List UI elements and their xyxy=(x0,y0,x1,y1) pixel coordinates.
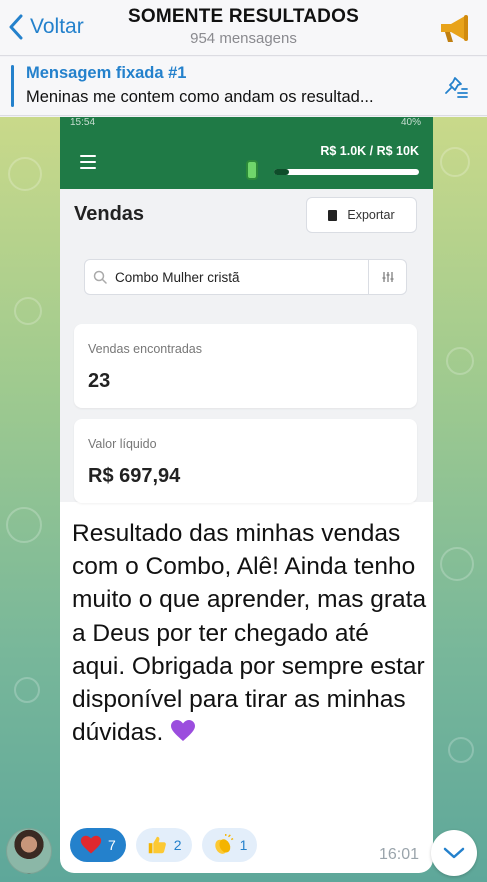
chevron-down-icon xyxy=(443,847,465,859)
chat-header: Voltar SOMENTE RESULTADOS 954 mensagens xyxy=(0,0,487,56)
card-label: Vendas encontradas xyxy=(88,342,202,356)
megaphone-icon[interactable] xyxy=(437,11,473,45)
pinned-indicator xyxy=(11,65,14,107)
chat-area[interactable]: 15:54 40% R$ 1.0K / R$ 10K Vendas Export… xyxy=(0,117,487,882)
search-icon xyxy=(93,270,107,284)
doodle-decoration xyxy=(448,737,474,763)
pinned-text: Meninas me contem como andam os resultad… xyxy=(26,88,374,106)
doodle-decoration xyxy=(440,147,470,177)
avatar[interactable] xyxy=(6,828,52,874)
reaction-heart[interactable]: 7 xyxy=(70,828,126,862)
message-body: Resultado das minhas vendas com o Combo,… xyxy=(72,520,427,747)
app-bar: 15:54 40% R$ 1.0K / R$ 10K xyxy=(60,117,433,189)
doodle-decoration xyxy=(14,677,40,703)
status-time: 15:54 xyxy=(70,117,96,128)
pin-list-icon[interactable] xyxy=(443,75,469,99)
purple-heart-icon xyxy=(171,720,196,742)
goal-label: R$ 1.0K / R$ 10K xyxy=(320,144,419,158)
back-label: Voltar xyxy=(30,15,84,38)
net-value-card: Valor líquido R$ 697,94 xyxy=(74,419,417,503)
doodle-decoration xyxy=(440,547,474,581)
attached-screenshot[interactable]: 15:54 40% R$ 1.0K / R$ 10K Vendas Export… xyxy=(60,117,433,503)
goal-progress-bar xyxy=(274,169,419,175)
export-label: Exportar xyxy=(347,208,395,222)
filter-button xyxy=(369,259,407,295)
pinned-title: Mensagem fixada #1 xyxy=(26,64,187,82)
chevron-left-icon xyxy=(9,14,23,40)
reaction-clapping[interactable]: 1 xyxy=(201,828,258,862)
reaction-count: 7 xyxy=(108,837,116,853)
card-label: Valor líquido xyxy=(88,437,157,451)
reaction-count: 1 xyxy=(239,837,248,853)
export-button: Exportar xyxy=(306,197,417,233)
message-text: Resultado das minhas vendas com o Combo,… xyxy=(72,517,428,749)
sliders-icon xyxy=(382,272,393,282)
sales-count-card: Vendas encontradas 23 xyxy=(74,324,417,408)
search-value: Combo Mulher cristã xyxy=(115,269,240,285)
menu-icon xyxy=(80,155,96,173)
status-battery: 40% xyxy=(400,117,421,128)
search-field: Combo Mulher cristã xyxy=(84,259,369,295)
message-time: 16:01 xyxy=(378,846,419,863)
reaction-count: 2 xyxy=(173,837,182,853)
pinned-message[interactable]: Mensagem fixada #1 Meninas me contem com… xyxy=(0,57,487,116)
doodle-decoration xyxy=(8,157,42,191)
goal-progress-fill xyxy=(274,169,289,175)
doodle-decoration xyxy=(14,297,42,325)
doodle-decoration xyxy=(6,507,42,543)
document-icon xyxy=(328,209,338,221)
message-bubble[interactable]: 15:54 40% R$ 1.0K / R$ 10K Vendas Export… xyxy=(60,117,433,873)
card-value: R$ 697,94 xyxy=(88,465,181,487)
thumbs-up-icon xyxy=(148,836,166,854)
clapping-hands-icon xyxy=(214,834,233,854)
reactions-row: 7 2 1 xyxy=(70,828,258,862)
card-value: 23 xyxy=(88,370,111,392)
doodle-decoration xyxy=(446,347,474,375)
back-button[interactable]: Voltar xyxy=(8,14,84,40)
page-title: Vendas xyxy=(74,203,145,225)
scroll-down-button[interactable] xyxy=(431,830,477,876)
reaction-thumbs-up[interactable]: 2 xyxy=(135,828,192,862)
heart-icon xyxy=(80,835,102,854)
goal-badge-icon xyxy=(246,160,258,180)
